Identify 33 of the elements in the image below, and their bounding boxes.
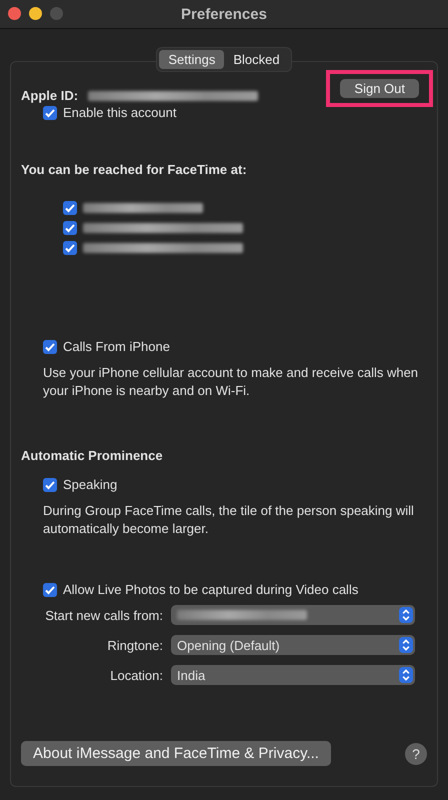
close-window-button[interactable] — [8, 7, 21, 20]
description-text: During Group FaceTime calls, the tile of the person speaking will automatically become larger. — [43, 502, 415, 538]
checkbox[interactable] — [43, 340, 57, 354]
checkbox[interactable] — [43, 106, 57, 120]
checkbox[interactable] — [63, 241, 77, 255]
checkbox-label: Calls From iPhone — [63, 339, 170, 354]
field-label: Ringtone: — [106, 638, 164, 652]
popup-menu[interactable]: Opening (Default) — [171, 635, 415, 655]
stepper-icon — [399, 637, 413, 653]
popup-menu[interactable] — [171, 605, 415, 625]
description-text: Use your iPhone cellular account to make and receive calls when your iPhone is nearby and on Wi-Fi. — [43, 364, 420, 400]
checkbox-label: Speaking — [63, 477, 118, 492]
stepper-icon — [399, 667, 413, 683]
tab[interactable]: Blocked — [224, 50, 289, 69]
window-title: Preferences — [181, 6, 267, 22]
field-label: Start new calls from: — [44, 608, 164, 622]
about-privacy-button[interactable]: About iMessage and FaceTime & Privacy... — [21, 741, 331, 766]
field-label: Location: — [109, 668, 164, 682]
checkbox[interactable] — [43, 582, 57, 596]
checkbox[interactable] — [43, 478, 57, 492]
help-button[interactable]: ? — [405, 742, 427, 764]
section-heading: Automatic Prominence — [21, 448, 164, 463]
checkbox[interactable] — [63, 221, 77, 235]
checkbox-label: Enable this account — [63, 105, 176, 120]
sign-out-button[interactable]: Sign Out — [340, 79, 419, 98]
popup-menu[interactable]: India — [171, 665, 415, 685]
checkbox-label: Allow Live Photos to be captured during Video calls — [63, 582, 358, 597]
minimize-window-button[interactable] — [29, 7, 42, 20]
tab[interactable]: Settings — [159, 50, 224, 69]
apple-id-label: Apple ID: — [21, 88, 78, 103]
stepper-icon — [399, 607, 413, 623]
section-heading: You can be reached for FaceTime at: — [21, 162, 248, 177]
checkbox[interactable] — [63, 201, 77, 215]
